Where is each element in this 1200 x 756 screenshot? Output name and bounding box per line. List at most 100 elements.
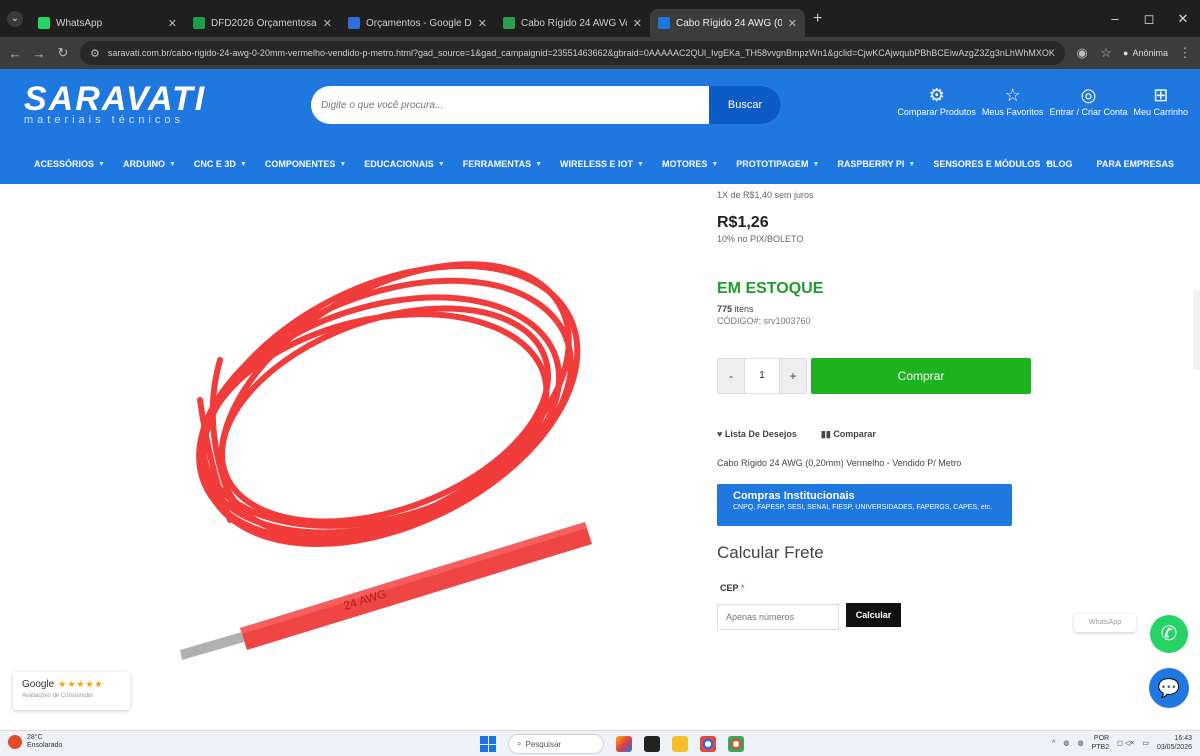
scrollbar-thumb[interactable]	[1193, 290, 1200, 370]
forward-icon[interactable]: →	[32, 46, 46, 61]
chat-button[interactable]: 💬	[1149, 668, 1189, 708]
buy-button[interactable]: Comprar	[811, 358, 1031, 394]
browser-tab[interactable]: Cabo Rígido 24 AWG Vermelho ✕	[495, 9, 650, 37]
category-label: ARDUINO	[122, 159, 165, 169]
volume-icon[interactable]: ◍	[1077, 739, 1083, 747]
search-input[interactable]	[311, 86, 709, 124]
browser-tab[interactable]: DFD2026 Orçamentosalia - Go ✕	[185, 9, 340, 37]
chevron-down-icon: ▼	[812, 160, 820, 168]
chevron-down-icon: ⌄	[7, 10, 23, 27]
site-info-icon[interactable]: ⚙	[90, 47, 100, 60]
quantity-increment-button[interactable]: +	[779, 358, 807, 394]
close-window-button[interactable]: ✕	[1166, 11, 1200, 27]
institutional-purchases-banner[interactable]: Compras Institucionais CNPQ, FAPESP, SES…	[717, 484, 1012, 526]
category-item[interactable]: PROTOTIPAGEM ▼	[736, 159, 819, 169]
category-label: RASPBERRY PI	[837, 159, 905, 169]
site-logo[interactable]: SARAVATI materiais técnicos	[24, 80, 207, 126]
category-right-links: BLOG PARA EMPRESAS	[1046, 144, 1174, 184]
whatsapp-button[interactable]: ✆	[1150, 615, 1188, 653]
category-item[interactable]: WIRELESS E IOT ▼	[560, 159, 644, 169]
category-label: SENSORES E MÓDULOS	[933, 159, 1041, 169]
category-label: WIRELESS E IOT	[560, 159, 634, 169]
category-item[interactable]: EDUCACIONAIS ▼	[364, 159, 444, 169]
category-item[interactable]: MOTORES ▼	[662, 159, 718, 169]
taskbar-search[interactable]: ⌕ Pesquisar	[508, 734, 604, 754]
tab-favicon-icon	[658, 17, 670, 29]
header-link[interactable]: ⚙ Comparar Produtos	[897, 83, 976, 117]
compare-icon: ⚙	[928, 85, 945, 105]
quantity-input[interactable]: 1	[745, 358, 779, 394]
url-text: saravati.com.br/cabo-rigido-24-awg-0-20m…	[107, 48, 1056, 58]
minimize-button[interactable]: –	[1098, 11, 1132, 26]
back-icon[interactable]: ←	[8, 46, 22, 61]
compare-link[interactable]: ▮▮ Comparar	[821, 429, 876, 440]
search-button[interactable]: Buscar	[709, 86, 781, 124]
header-link[interactable]: ☆ Meus Favoritos	[982, 83, 1044, 117]
google-badge-subtitle: Avaliações de Consumidor	[22, 693, 94, 699]
chrome-profile-icon[interactable]	[728, 736, 744, 752]
user-icon: ◎	[1080, 85, 1097, 105]
file-explorer-icon[interactable]	[672, 736, 688, 752]
cart-icon: ⊞	[1153, 85, 1169, 105]
close-tab-icon[interactable]: ✕	[168, 17, 177, 30]
cep-label: CEP *	[720, 583, 744, 593]
wishlist-link[interactable]: ♥ Lista De Desejos	[717, 429, 797, 440]
url-field[interactable]: ⚙ saravati.com.br/cabo-rigido-24-awg-0-2…	[80, 41, 1066, 65]
display-icon[interactable]: ◻ ◁×	[1117, 739, 1134, 747]
whatsapp-label: WhatsApp	[1074, 614, 1136, 632]
new-tab-button[interactable]: +	[813, 10, 822, 28]
rating-stars: ★★★★★	[58, 679, 104, 689]
category-item[interactable]: CNC E 3D ▼	[194, 159, 247, 169]
clock[interactable]: 16:43 03/05/2026	[1157, 734, 1192, 752]
calculate-shipping-button[interactable]: Calcular	[846, 603, 901, 627]
weather-icon	[8, 735, 22, 749]
reload-icon[interactable]: ↻	[56, 45, 70, 61]
chevron-down-icon: ▼	[908, 160, 916, 168]
header-link[interactable]: ◎ Entrar / Criar Conta	[1049, 83, 1127, 117]
chevron-down-icon: ▼	[437, 160, 445, 168]
whatsapp-icon: ✆	[1160, 623, 1178, 645]
more-menu-icon[interactable]: ⋮	[1178, 45, 1192, 61]
category-item[interactable]: RASPBERRY PI ▼	[837, 159, 915, 169]
header-link[interactable]: ⊞ Meu Carrinho	[1133, 83, 1188, 117]
address-bar: ← → ↻ ⚙ saravati.com.br/cabo-rigido-24-a…	[0, 37, 1200, 69]
logo-text: SARAVATI	[24, 80, 207, 118]
category-right-item[interactable]: BLOG	[1046, 159, 1072, 169]
tray-chevron-icon[interactable]: ^	[1052, 740, 1055, 747]
tab-title: Cabo Rígido 24 AWG (0,20mm)	[676, 17, 782, 29]
profile-button[interactable]: ● Anônima	[1123, 48, 1168, 58]
category-right-item[interactable]: PARA EMPRESAS	[1096, 159, 1174, 169]
bookmark-star-icon[interactable]: ☆	[1099, 45, 1113, 61]
quantity-decrement-button[interactable]: -	[717, 358, 745, 394]
close-tab-icon[interactable]: ✕	[323, 17, 332, 30]
close-tab-icon[interactable]: ✕	[633, 17, 642, 30]
category-label: MOTORES	[661, 159, 708, 169]
pix-discount: 10% no PIX/BOLETO	[717, 234, 804, 244]
tab-menu-button[interactable]: ⌄	[0, 0, 30, 37]
category-item[interactable]: FERRAMENTAS ▼	[463, 159, 542, 169]
close-tab-icon[interactable]: ✕	[788, 17, 797, 30]
buy-row: - 1 + Comprar	[717, 358, 1031, 394]
category-item[interactable]: ARDUINO ▼	[123, 159, 176, 169]
google-reviews-badge[interactable]: Google ★★★★★ Avaliações de Consumidor	[13, 672, 130, 710]
network-icon[interactable]: ◍	[1063, 739, 1069, 747]
task-view-icon[interactable]	[644, 736, 660, 752]
browser-tab[interactable]: WhatsApp ✕	[30, 9, 185, 37]
category-item[interactable]: SENSORES E MÓDULOS ▼	[933, 159, 1051, 169]
battery-icon[interactable]: ▭	[1142, 739, 1149, 747]
close-tab-icon[interactable]: ✕	[478, 17, 487, 30]
cep-input[interactable]	[717, 604, 839, 630]
category-item[interactable]: ACESSÓRIOS ▼	[34, 159, 105, 169]
category-item[interactable]: COMPONENTES ▼	[265, 159, 346, 169]
header-link-label: Meu Carrinho	[1133, 107, 1188, 117]
institutional-subtitle: CNPQ, FAPESP, SESI, SENAI, FIESP, UNIVER…	[733, 504, 993, 511]
browser-tab[interactable]: Orçamentos - Google Docs ✕	[340, 9, 495, 37]
language-code: POR	[1093, 735, 1110, 742]
chrome-icon[interactable]	[700, 736, 716, 752]
restore-button[interactable]: ◻	[1132, 11, 1166, 27]
windows-start-icon[interactable]	[480, 736, 496, 752]
browser-tab[interactable]: Cabo Rígido 24 AWG (0,20mm) ✕	[650, 9, 805, 37]
weather-widget[interactable]: 28°C Ensolarado	[8, 734, 62, 750]
widgets-app-icon[interactable]	[616, 736, 632, 752]
tab-favicon-icon	[38, 17, 50, 29]
